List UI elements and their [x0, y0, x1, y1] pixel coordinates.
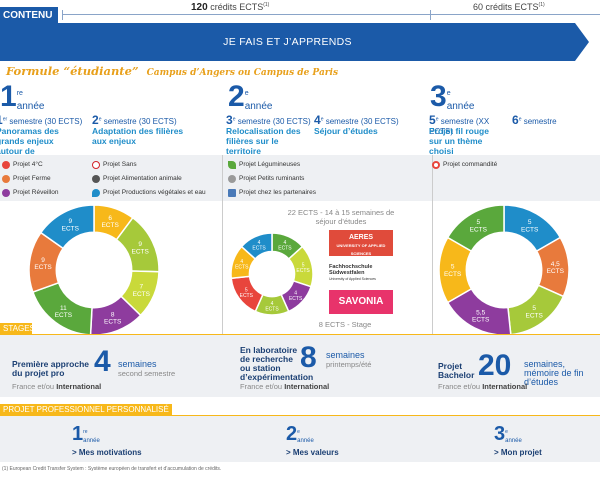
formule-title: Formule “étudiante” Campus d’Angers ou C…: [6, 64, 339, 78]
donut-chart-year-1: 6 ECTS9 ECTS7 ECTS8 ECTS11 ECTS9 ECTS9 ECTS: [28, 204, 160, 336]
project-list-2: Projet Sans Projet Alimentation animale …: [92, 160, 206, 197]
donut-chart-year-3: 5 ECTS4,5 ECTS5 ECTS5,5 ECTS5 ECTS5 ECTS: [438, 204, 570, 336]
column-divider: [432, 155, 433, 335]
stage-location: France et/ou International: [12, 382, 102, 391]
project-item: Projet Petits ruminants: [228, 174, 316, 183]
stage-duration: 8: [300, 341, 317, 374]
stage-unit: semaines: [326, 350, 365, 360]
year-2-block: 2 e année: [228, 82, 273, 112]
project-item: Projet commandité: [432, 160, 497, 169]
credits-left: 120 crédits ECTS(1): [188, 2, 273, 13]
project-list-4: Projet commandité: [432, 160, 497, 169]
ppp-text: > Mes valeurs: [286, 448, 339, 457]
donut-chart-year-2: 4 ECTS5 ECTS4 ECTS4 ECTS5 ECTS4 ECTS4 ECTS: [230, 232, 314, 316]
food-icon: [92, 174, 100, 183]
project-list-3: Projet Légumineuses Projet Petits rumina…: [228, 160, 316, 197]
footnote: (1) European Credit Transfer System : Sy…: [2, 466, 222, 472]
stage-duration: 4: [94, 345, 111, 378]
goat-icon: [228, 174, 236, 183]
target-icon: [432, 160, 440, 169]
semester-2-topic: Adaptation des filières aux enjeux: [92, 126, 184, 146]
year-number: 2: [228, 80, 245, 113]
study-stay-note: 22 ECTS - 14 à 15 semaines de séjour d’é…: [287, 208, 395, 226]
year-label: e année: [244, 89, 273, 112]
leaf-icon: [228, 160, 236, 169]
semester-1: 1er semestre (30 ECTS): [0, 113, 83, 127]
semester-3: 3e semestre (30 ECTS): [226, 113, 311, 127]
project-item: Projet 4°C: [2, 160, 59, 169]
logo-savonia: SAVONIA: [329, 290, 393, 314]
semester-4-topic: Séjour d’études: [314, 126, 378, 136]
project-item: Projet Légumineuses: [228, 160, 316, 169]
project-item: Projet Productions végétales et eau: [92, 188, 206, 197]
stage-title: Première approche du projet pro: [12, 359, 90, 378]
stage-location: France et/ou International: [240, 382, 330, 391]
project-item: Projet chez les partenaires: [228, 188, 316, 197]
timeline-line-left: [62, 14, 440, 15]
semester-6: 6e semestre: [512, 113, 557, 127]
stage-title: En laboratoire de recherche ou station d…: [240, 345, 314, 382]
stage-location: France et/ou International: [438, 382, 528, 391]
year-number: 3: [430, 80, 447, 113]
semester-2: 2e semestre (30 ECTS): [92, 113, 177, 127]
ppp-year-2: 2 e année > Mes valeurs: [286, 424, 376, 457]
section-tab-contenu: CONTENU: [0, 7, 58, 24]
semester-5-topic: Projet fil rouge sur un thème choisi: [429, 126, 489, 156]
logo-fachhochschule: Fachhochschule Südwestfalen University of…: [329, 264, 376, 281]
banner-title: JE FAIS ET J’APPRENDS: [223, 36, 352, 48]
buildings-icon: [228, 188, 236, 197]
timeline-line-right: [430, 14, 600, 15]
stage-duration: 20: [478, 349, 512, 382]
stage-title: Projet Bachelor: [438, 361, 475, 380]
drop-icon: [92, 188, 100, 197]
year-label: e année: [446, 89, 475, 112]
timeline-tick: [62, 10, 63, 20]
column-divider: [222, 155, 223, 335]
stage-period: second semestre: [118, 369, 176, 378]
stage-period: printemps/été: [326, 360, 372, 369]
farm-icon: [2, 174, 10, 183]
ppp-text: > Mon projet: [494, 448, 542, 457]
semester-3-topic: Relocalisation des filières sur le terri…: [226, 126, 301, 156]
semester-4: 4e semestre (30 ECTS): [314, 113, 399, 127]
gear-icon: [2, 160, 10, 169]
people-icon: [2, 188, 10, 197]
timeline-tick: [430, 10, 431, 20]
project-list-1: Projet 4°C Projet Ferme Projet Réveillon: [2, 160, 59, 197]
project-item: Projet Réveillon: [2, 188, 59, 197]
logo-aeres: AERES UNIVERSITY OF APPLIED SCIENCES: [329, 230, 393, 256]
project-item: Projet Sans: [92, 160, 206, 169]
stage-note: 8 ECTS - Stage: [318, 320, 372, 329]
year-1-block: 1 re année: [0, 82, 230, 112]
stage-unit: semaines, mémoire de fin d’études: [524, 359, 584, 387]
ppp-text: > Mes motivations: [72, 448, 142, 457]
credits-right: 60 crédits ECTS(1): [470, 2, 548, 12]
ppp-year-3: 3 e année > Mon projet: [494, 424, 584, 457]
year-number: 1: [0, 80, 17, 113]
project-item: Projet Alimentation animale: [92, 174, 206, 183]
no-sign-icon: [92, 160, 100, 169]
project-item: Projet Ferme: [2, 174, 59, 183]
ppp-year-1: 1 re année > Mes motivations: [72, 424, 162, 457]
stage-unit: semaines: [118, 359, 157, 369]
year-label: re année: [16, 89, 45, 112]
year-3-block: 3 e année: [430, 82, 475, 112]
